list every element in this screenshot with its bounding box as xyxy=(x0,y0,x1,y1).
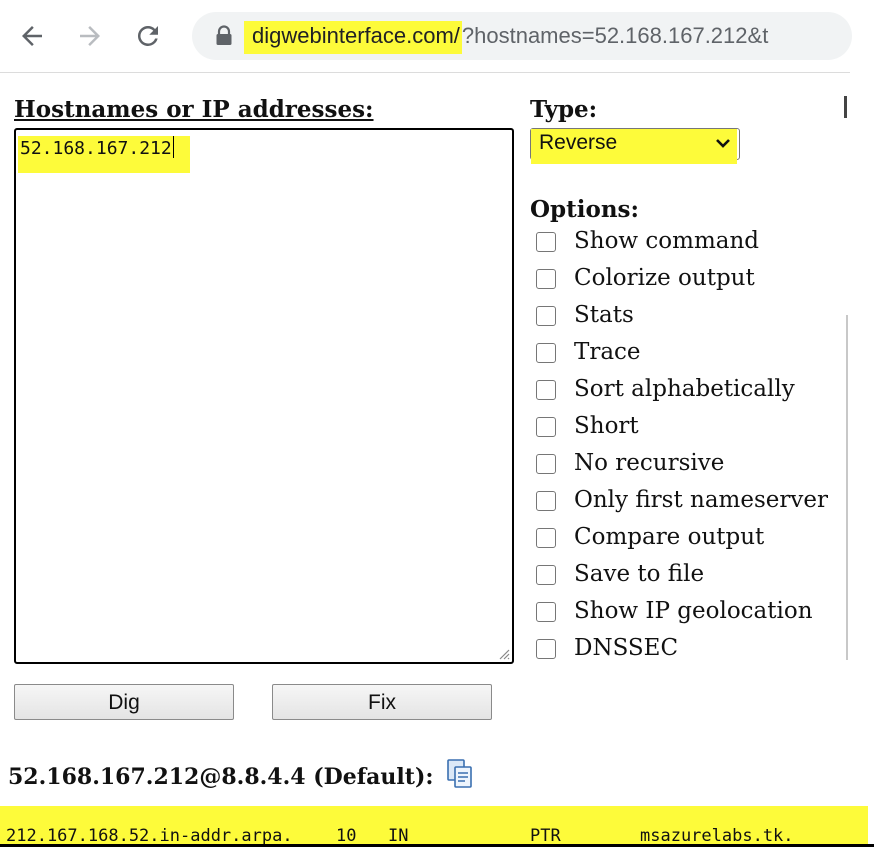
scrollbar-edge xyxy=(846,315,848,660)
result-class: IN xyxy=(388,826,409,844)
checkbox[interactable] xyxy=(536,491,556,511)
result-value: msazurelabs.tk. xyxy=(640,826,794,844)
address-bar[interactable]: digwebinterface.com/?hostnames=52.168.16… xyxy=(192,12,852,60)
checkbox[interactable] xyxy=(536,602,556,622)
type-label-text: Type: xyxy=(530,96,598,123)
resize-grip-icon[interactable] xyxy=(498,648,510,660)
dig-button[interactable]: Dig xyxy=(14,684,234,720)
checkbox[interactable] xyxy=(536,565,556,585)
options-label-text: Options: xyxy=(530,196,639,223)
checkbox[interactable] xyxy=(536,269,556,289)
options-label: Options: xyxy=(530,196,639,223)
fix-button[interactable]: Fix xyxy=(272,684,492,720)
back-arrow-icon xyxy=(22,26,42,46)
checkbox[interactable] xyxy=(536,232,556,252)
hostnames-textarea[interactable]: 52.168.167.212 xyxy=(14,128,514,664)
type-select-value: Reverse xyxy=(531,129,738,164)
reload-icon xyxy=(137,25,158,46)
checkbox[interactable] xyxy=(536,454,556,474)
checkbox[interactable] xyxy=(536,380,556,400)
browser-toolbar: digwebinterface.com/?hostnames=52.168.16… xyxy=(0,0,874,72)
type-label: Type: xyxy=(530,96,607,123)
option-label: Colorize output xyxy=(574,265,755,291)
page-divider xyxy=(0,72,850,73)
url-host: digwebinterface.com/ xyxy=(244,21,462,54)
back-button[interactable] xyxy=(14,18,50,54)
chevron-down-icon xyxy=(716,139,730,148)
option-label: DNSSEC xyxy=(574,635,679,661)
option-label: Save to file xyxy=(574,561,705,587)
partial-column-marker xyxy=(844,96,847,118)
checkbox[interactable] xyxy=(536,528,556,548)
lock-icon xyxy=(216,25,232,45)
url-query: ?hostnames=52.168.167.212&t xyxy=(461,23,769,48)
option-label: Stats xyxy=(574,302,634,328)
url-text: digwebinterface.com/?hostnames=52.168.16… xyxy=(244,21,769,54)
option-label: Compare output xyxy=(574,524,765,550)
option-label: Only first nameserver xyxy=(574,487,828,513)
option-label: Sort alphabetically xyxy=(574,376,795,402)
checkbox[interactable] xyxy=(536,417,556,437)
option-label: Trace xyxy=(574,339,641,365)
hostnames-label-text: Hostnames or IP addresses: xyxy=(14,96,374,123)
hostnames-value-wrap: 52.168.167.212 xyxy=(18,136,190,173)
hostnames-label: Hostnames or IP addresses: xyxy=(14,96,374,123)
forward-button[interactable] xyxy=(72,18,108,54)
result-header: 52.168.167.212@8.8.4.4 (Default): xyxy=(8,764,434,790)
result-type: PTR xyxy=(530,826,561,844)
option-label: No recursive xyxy=(574,450,725,476)
text-caret xyxy=(172,136,174,158)
result-ttl: 10 xyxy=(336,826,357,844)
checkbox[interactable] xyxy=(536,343,556,363)
forward-arrow-icon xyxy=(80,26,100,46)
checkbox[interactable] xyxy=(536,306,556,326)
option-label: Short xyxy=(574,413,639,439)
reload-button[interactable] xyxy=(130,18,166,54)
checkbox[interactable] xyxy=(536,639,556,659)
result-row: 212.167.168.52.in-addr.arpa. 10 IN PTR m… xyxy=(0,806,868,844)
hostnames-value: 52.168.167.212 xyxy=(20,138,172,159)
type-select[interactable]: Reverse xyxy=(530,128,740,164)
option-label: Show IP geolocation xyxy=(574,598,813,624)
option-label: Show command xyxy=(574,228,760,254)
result-name: 212.167.168.52.in-addr.arpa. xyxy=(6,826,293,844)
copy-icon[interactable] xyxy=(446,758,474,790)
